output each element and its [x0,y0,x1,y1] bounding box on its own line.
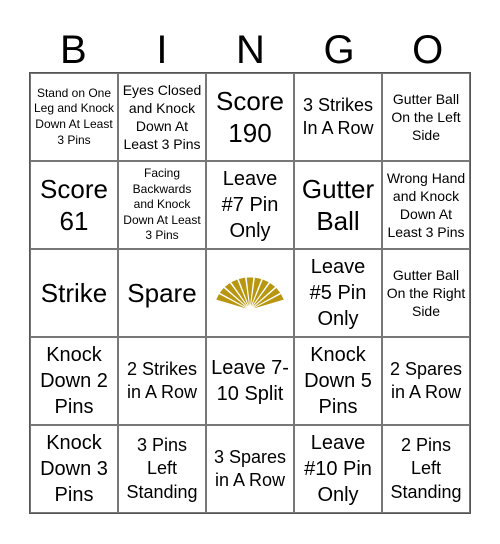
bingo-cell[interactable]: Knock Down 3 Pins [30,425,118,513]
bingo-cell[interactable]: 3 Pins Left Standing [118,425,206,513]
header-letter-n: N [236,28,265,72]
bingo-cell[interactable]: Leave 7-10 Split [206,337,294,425]
bingo-cell[interactable]: Facing Backwards and Knock Down At Least… [118,161,206,249]
bingo-cell[interactable]: Gutter Ball [294,161,382,249]
header-letter-g: G [323,28,355,72]
bingo-cell[interactable]: Score 61 [30,161,118,249]
bingo-cell[interactable]: Gutter Ball On the Left Side [382,73,470,161]
bingo-cell-text: Knock Down 5 Pins [304,344,372,418]
bingo-cell-text: Gutter Ball On the Left Side [391,90,461,144]
bingo-cell[interactable]: 3 Strikes In A Row [294,73,382,161]
bingo-cell-text: Score 190 [216,85,284,149]
header-letter-o: O [412,28,444,72]
bingo-cell-text: 2 Pins Left Standing [390,434,462,502]
bingo-cell-text: Score 61 [40,173,108,237]
bingo-grid: Stand on One Leg and Knock Down At Least… [29,72,471,514]
bingo-cell[interactable]: Leave #10 Pin Only [294,425,382,513]
bingo-cell-text: Leave #10 Pin Only [304,432,372,506]
bingo-cell-text: Knock Down 3 Pins [40,432,108,506]
bingo-cell-text: 3 Strikes In A Row [302,94,374,138]
bingo-cell-text: Spare [127,277,197,308]
bingo-cell-text: Facing Backwards and Knock Down At Least… [123,166,201,243]
bingo-cell[interactable]: Stand on One Leg and Knock Down At Least… [30,73,118,161]
bingo-cell[interactable]: Wrong Hand and Knock Down At Least 3 Pin… [382,161,470,249]
bingo-cell-text: 2 Strikes in A Row [126,358,198,402]
bingo-cell[interactable]: Leave #5 Pin Only [294,249,382,337]
header-letter-b: B [59,28,87,72]
bingo-cell[interactable]: 2 Pins Left Standing [382,425,470,513]
header-letter-i: I [156,28,168,72]
bingo-cell-free-space[interactable] [206,249,294,337]
bingo-cell[interactable]: Score 190 [206,73,294,161]
bingo-cell[interactable]: 2 Strikes in A Row [118,337,206,425]
bingo-cell[interactable]: 2 Spares in A Row [382,337,470,425]
bingo-cell-text: Gutter Ball On the Right Side [386,266,466,320]
fan-logo-icon [215,276,285,310]
bingo-cell-text: Leave 7-10 Split [211,357,289,405]
bingo-cell-text: Gutter Ball [301,173,375,237]
bingo-cell-text: Leave #7 Pin Only [221,168,279,242]
bingo-cell[interactable]: Knock Down 5 Pins [294,337,382,425]
bingo-cell[interactable]: Leave #7 Pin Only [206,161,294,249]
bingo-cell[interactable]: Knock Down 2 Pins [30,337,118,425]
bingo-cell-text: 3 Pins Left Standing [126,434,198,502]
bingo-header: B I N G O [29,28,472,72]
bingo-cell[interactable]: Spare [118,249,206,337]
bingo-cell[interactable]: Strike [30,249,118,337]
bingo-cell-text: 3 Spares in A Row [213,446,287,490]
bingo-cell-text: 2 Spares in A Row [389,358,463,402]
bingo-cell-text: Leave #5 Pin Only [309,256,367,330]
bingo-cell-text: Strike [40,277,108,308]
bingo-cell[interactable]: Eyes Closed and Knock Down At Least 3 Pi… [118,73,206,161]
bingo-cell[interactable]: Gutter Ball On the Right Side [382,249,470,337]
bingo-cell-text: Eyes Closed and Knock Down At Least 3 Pi… [122,81,202,153]
bingo-cell[interactable]: 3 Spares in A Row [206,425,294,513]
bingo-cell-text: Stand on One Leg and Knock Down At Least… [33,85,115,147]
bingo-cell-text: Knock Down 2 Pins [40,344,108,418]
bingo-cell-text: Wrong Hand and Knock Down At Least 3 Pin… [386,169,466,241]
